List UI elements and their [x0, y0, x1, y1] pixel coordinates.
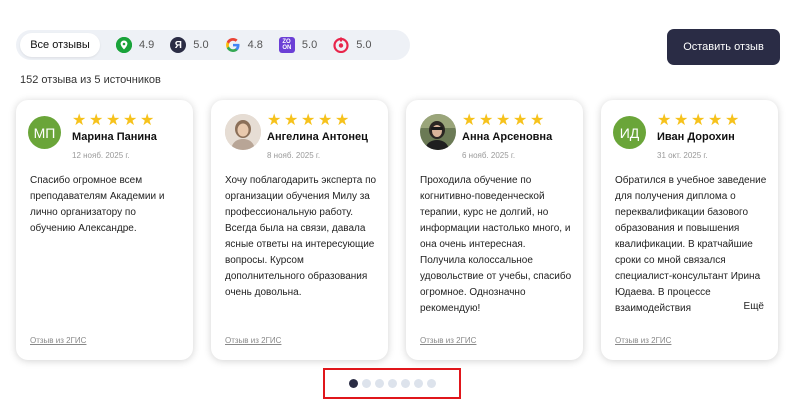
star-icon: ★: [530, 112, 545, 129]
star-icon: ★: [123, 112, 138, 129]
star-icon: ★: [318, 112, 333, 129]
flamp-icon: [333, 37, 349, 53]
reviewer-name: Анна Арсеновна: [462, 131, 553, 143]
tab-source-flamp[interactable]: 5.0: [333, 33, 371, 57]
star-icon: ★: [513, 112, 528, 129]
star-icon: ★: [674, 112, 689, 129]
star-icon: ★: [708, 112, 723, 129]
avatar: ИД: [613, 116, 646, 149]
google-icon: [225, 37, 241, 53]
source-rating: 5.0: [301, 39, 318, 51]
rating-stars: ★ ★ ★ ★ ★: [72, 113, 157, 129]
review-text: Хочу поблагодарить эксперта по организац…: [225, 175, 377, 298]
tab-source-yandex[interactable]: Я 5.0: [170, 33, 209, 57]
star-icon: ★: [72, 112, 87, 129]
carousel-pagination: [323, 368, 461, 399]
star-icon: ★: [691, 112, 706, 129]
avatar: МП: [28, 116, 61, 149]
reviews-summary: 152 отзыва из 5 источников: [20, 74, 161, 86]
reviewer-name: Ангелина Антонец: [267, 131, 368, 143]
pagination-dot[interactable]: [374, 379, 384, 388]
review-source-link[interactable]: Отзыв из 2ГИС: [30, 336, 86, 345]
review-text: Спасибо огромное всем преподавателям Ака…: [30, 175, 165, 234]
rating-stars: ★ ★ ★ ★ ★: [657, 113, 742, 129]
pagination-dot[interactable]: [361, 379, 371, 388]
leave-review-button[interactable]: Оставить отзыв: [667, 29, 780, 65]
star-icon: ★: [89, 112, 104, 129]
reviewer-name: Марина Панина: [72, 131, 157, 143]
star-icon: ★: [267, 112, 282, 129]
review-source-link[interactable]: Отзыв из 2ГИС: [615, 336, 671, 345]
yandex-icon: Я: [170, 37, 187, 53]
star-icon: ★: [479, 112, 494, 129]
source-rating: 4.9: [139, 39, 155, 51]
avatar-photo: [420, 114, 456, 150]
tab-source-zoon[interactable]: ZO ON 5.0: [278, 33, 318, 57]
avatar: [420, 114, 456, 150]
star-icon: ★: [657, 112, 672, 129]
review-text: Проходила обучение по когнитивно-поведен…: [420, 175, 572, 313]
pagination-dot[interactable]: [426, 379, 436, 388]
star-icon: ★: [335, 112, 350, 129]
star-icon: ★: [106, 112, 121, 129]
reviewer-name: Иван Дорохин: [657, 131, 735, 143]
review-source-link[interactable]: Отзыв из 2ГИС: [420, 336, 476, 345]
review-date: 8 нояб. 2025 г.: [267, 151, 321, 160]
source-rating: 5.0: [356, 39, 372, 51]
tab-source-2gis[interactable]: 4.9: [116, 33, 154, 57]
star-icon: ★: [301, 112, 316, 129]
pagination-dot[interactable]: [387, 379, 397, 388]
review-text: Обратился в учебное заведение для получе…: [615, 175, 767, 313]
review-card: ★ ★ ★ ★ ★ Анна Арсеновна 6 нояб. 2025 г. Про…: [406, 100, 583, 360]
tab-all-reviews[interactable]: Все отзывы: [20, 33, 100, 57]
source-rating: 4.8: [247, 39, 263, 51]
review-date: 12 нояб. 2025 г.: [72, 151, 130, 160]
review-card: ★ ★ ★ ★ ★ Ангелина Антонец 8 нояб. 2025 г. Х…: [211, 100, 388, 360]
tab-source-google[interactable]: 4.8: [225, 33, 263, 57]
star-icon: ★: [140, 112, 155, 129]
review-date: 6 нояб. 2025 г.: [462, 151, 516, 160]
pagination-dot[interactable]: [400, 379, 410, 388]
star-icon: ★: [496, 112, 511, 129]
review-source-link[interactable]: Отзыв из 2ГИС: [225, 336, 281, 345]
review-source-tabs: Все отзывы 4.9 Я 5.0 4.8 ZO ON 5.0 5.0: [16, 30, 410, 60]
star-icon: ★: [725, 112, 740, 129]
source-rating: 5.0: [193, 39, 209, 51]
avatar-photo: [225, 114, 261, 150]
review-date: 31 окт. 2025 г.: [657, 151, 708, 160]
star-icon: ★: [462, 112, 477, 129]
read-more-link[interactable]: Ещё: [727, 301, 764, 312]
avatar: [225, 114, 261, 150]
pagination-dot[interactable]: [348, 379, 358, 388]
rating-stars: ★ ★ ★ ★ ★: [267, 113, 352, 129]
rating-stars: ★ ★ ★ ★ ★: [462, 113, 547, 129]
review-card: ИД ★ ★ ★ ★ ★ Иван Дорохин 31 окт. 2025 г. Об…: [601, 100, 778, 360]
2gis-icon: [116, 37, 132, 53]
star-icon: ★: [284, 112, 299, 129]
pagination-dot[interactable]: [413, 379, 423, 388]
review-card: МП ★ ★ ★ ★ ★ Марина Панина 12 нояб. 2025 г. …: [16, 100, 193, 360]
zoon-icon: ZO ON: [278, 37, 295, 53]
